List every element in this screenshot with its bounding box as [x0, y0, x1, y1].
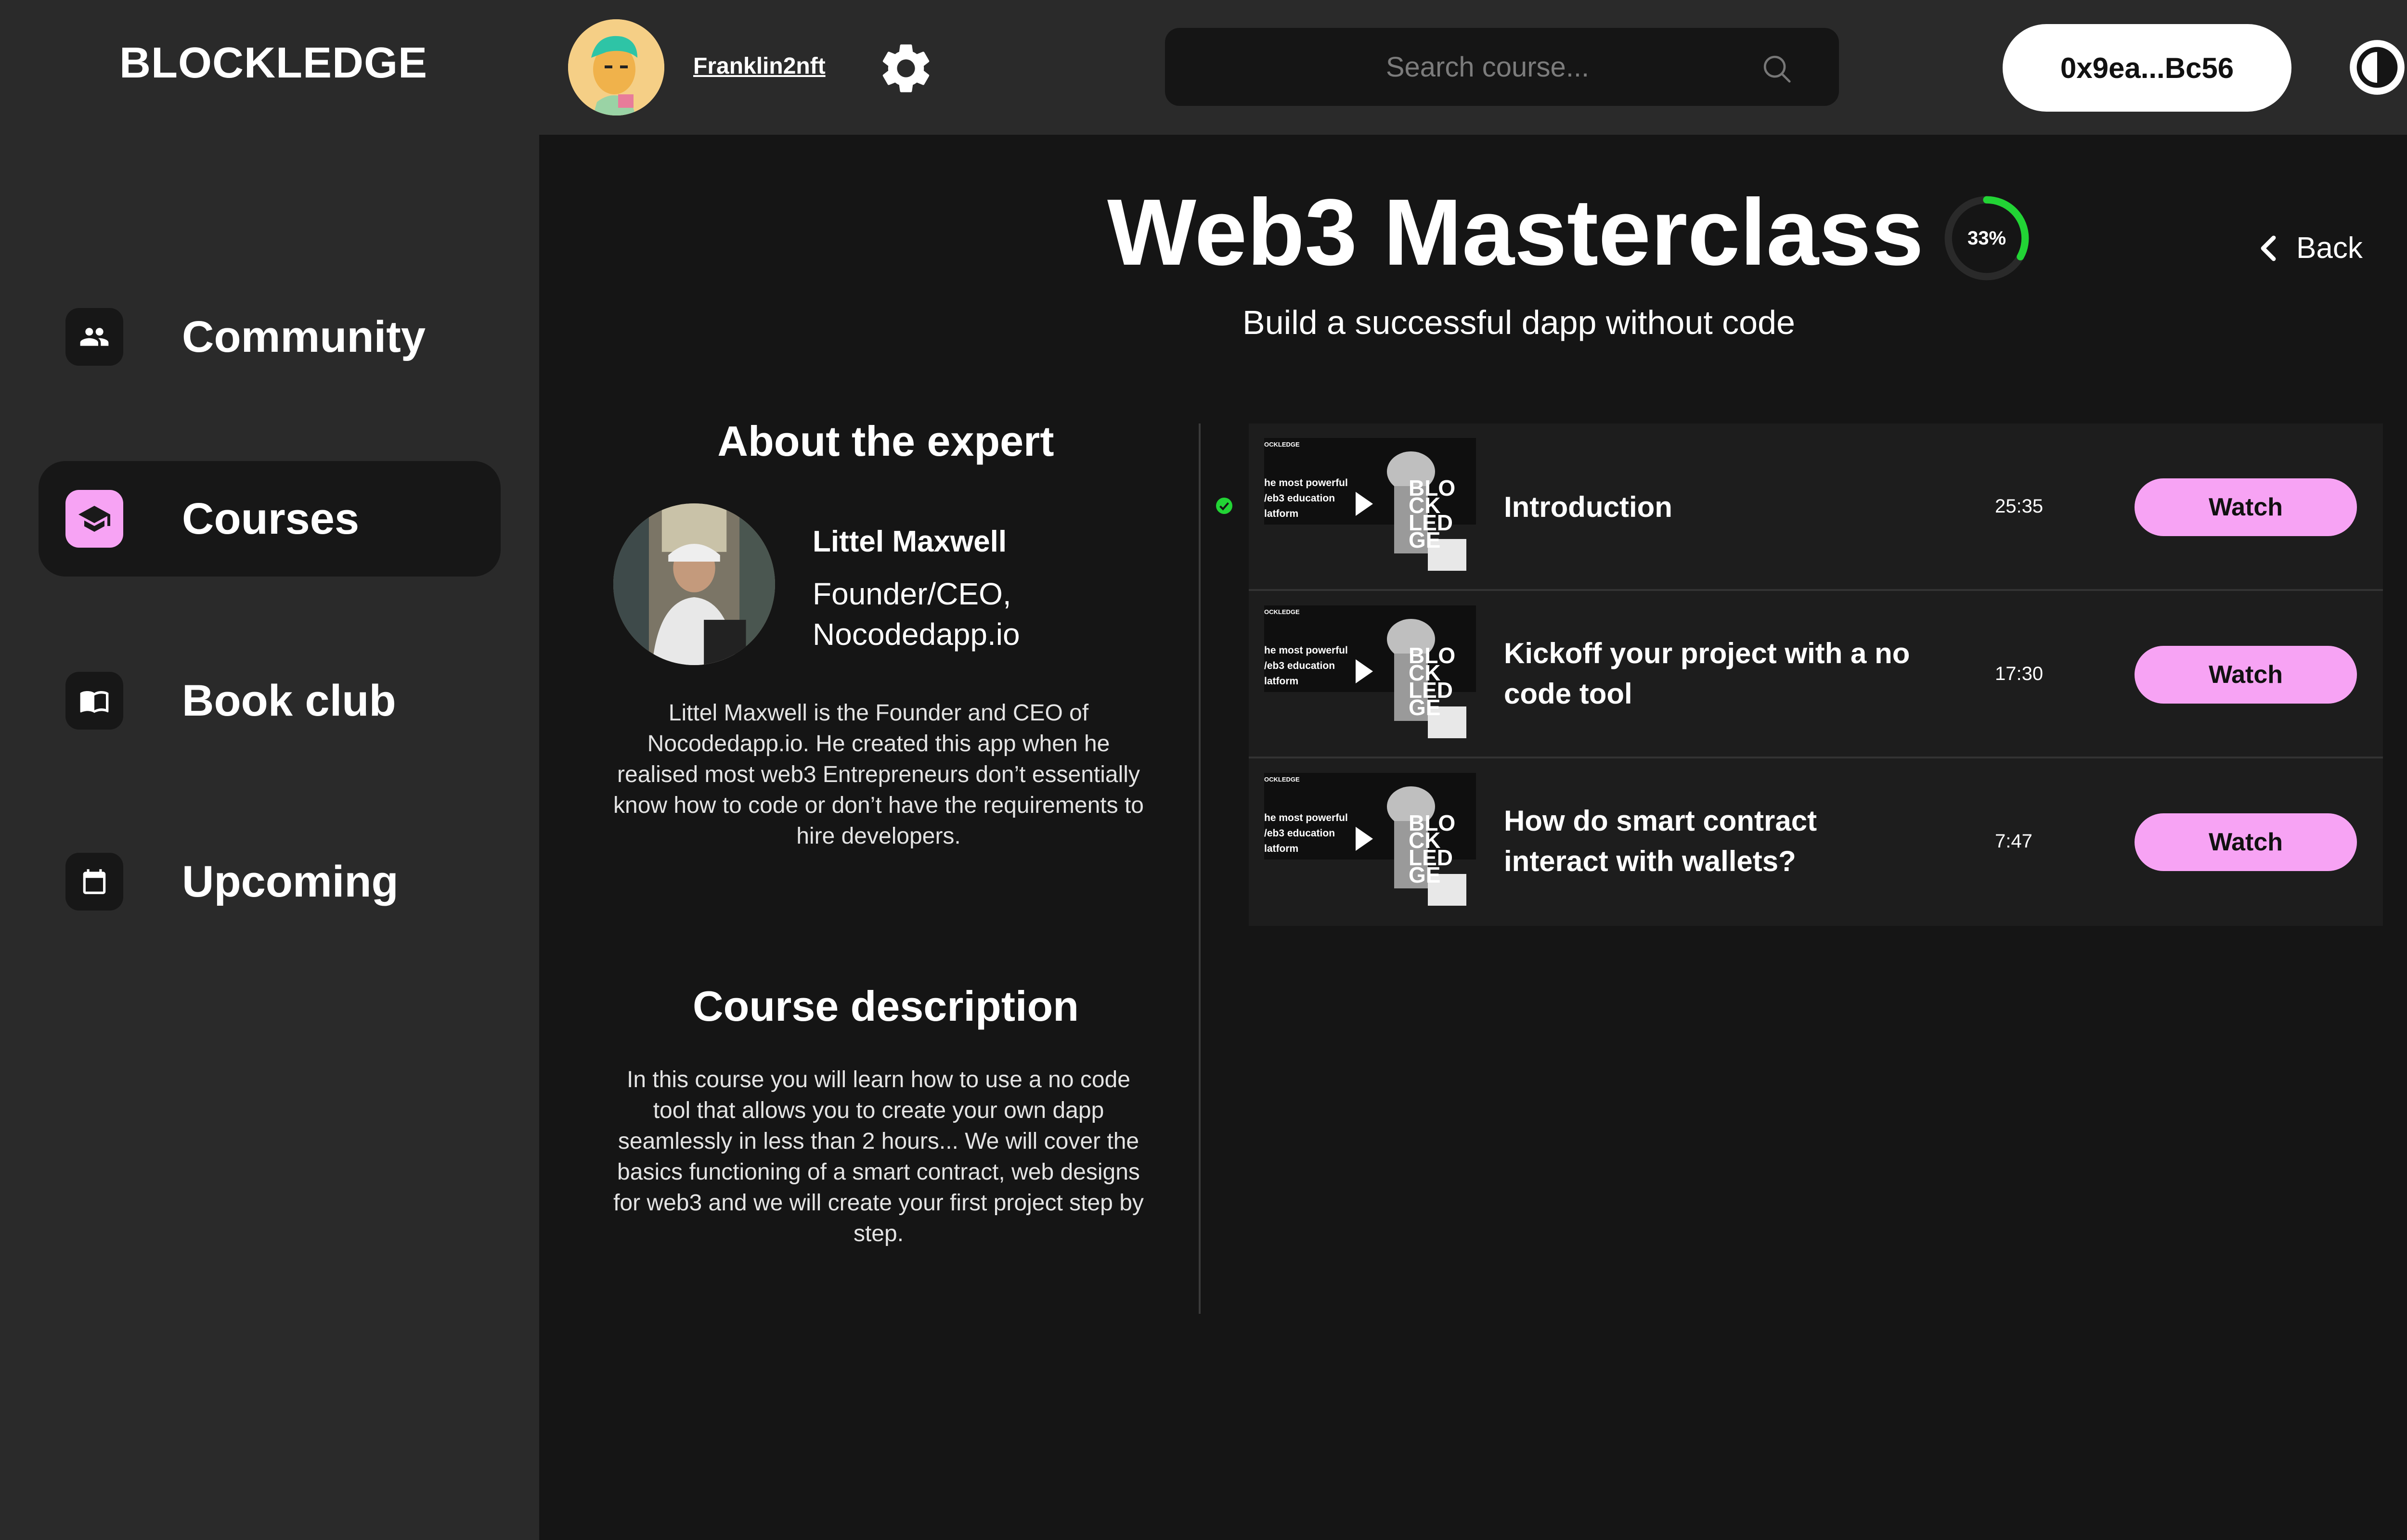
lesson-list: OCKLEDGE he most powerful /eb3 education…	[1216, 424, 2383, 926]
sidebar-item-label: Courses	[182, 494, 360, 543]
course-progress-label: 33%	[1967, 227, 2006, 249]
thumb-tagline-3: latform	[1264, 676, 1299, 687]
lesson-title: Kickoff your project with a no code tool	[1504, 637, 1910, 710]
watch-button[interactable]: Watch	[2135, 478, 2357, 536]
top-header: Franklin2nft 0x9ea...Bc56	[539, 0, 2407, 135]
thumb-tagline: he most powerful /eb3 education latform	[1264, 643, 1348, 689]
wallet-address-button[interactable]: 0x9ea...Bc56	[2003, 24, 2291, 112]
chevron-left-icon	[2261, 235, 2276, 261]
thumb-brand: OCKLEDGE	[1264, 776, 1300, 783]
user-avatar[interactable]	[568, 19, 664, 116]
brand-logo[interactable]: BLOCKLEDGE	[119, 38, 427, 88]
course-title: Web3 Masterclass	[1107, 180, 1924, 285]
sidebar-item-courses[interactable]: Courses	[39, 461, 501, 577]
thumb-logo: BLO CK LED GE	[1409, 812, 1455, 886]
search-icon[interactable]	[1760, 52, 1794, 86]
book-icon	[65, 672, 123, 730]
expert-role-company: Nocodedapp.io	[813, 617, 1020, 652]
sidebar-item-upcoming[interactable]: Upcoming	[39, 824, 501, 939]
sidebar-item-label: Community	[182, 312, 426, 361]
thumb-tagline-3: latform	[1264, 508, 1299, 519]
gear-icon[interactable]	[876, 38, 936, 98]
column-divider	[1199, 424, 1201, 1314]
lesson-duration: 25:35	[1995, 496, 2044, 517]
lesson-row: OCKLEDGE he most powerful /eb3 education…	[1216, 424, 2383, 591]
thumb-tagline-2: /eb3 education	[1264, 828, 1335, 839]
username-link[interactable]: Franklin2nft	[693, 53, 826, 79]
expert-role: Founder/CEO, Nocodedapp.io	[813, 574, 1101, 654]
thumb-logo: BLO CK LED GE	[1409, 644, 1455, 719]
course-description-text: In this course you will learn how to use…	[613, 1067, 1144, 1246]
back-label: Back	[2296, 231, 2363, 265]
course-subtitle: Build a successful dapp without code	[1242, 304, 1795, 341]
people-icon	[65, 308, 123, 366]
thumb-tagline-1: he most powerful	[1264, 477, 1348, 488]
expert-heading: About the expert	[717, 417, 1054, 465]
lesson-thumbnail[interactable]: OCKLEDGE he most powerful /eb3 education…	[1264, 605, 1476, 738]
lesson-duration: 17:30	[1995, 663, 2044, 684]
sidebar: BLOCKLEDGE Community Courses Book club U…	[0, 0, 539, 1540]
graduation-cap-icon	[65, 490, 123, 548]
lesson-thumbnail[interactable]: OCKLEDGE he most powerful /eb3 education…	[1264, 438, 1476, 571]
calendar-icon	[65, 853, 123, 911]
thumb-tagline-1: he most powerful	[1264, 812, 1348, 823]
thumb-logo: BLO CK LED GE	[1409, 477, 1455, 551]
back-button[interactable]: Back	[2258, 231, 2363, 265]
expert-role-title: Founder/CEO,	[813, 577, 1011, 611]
description-heading: Course description	[693, 982, 1079, 1030]
sidebar-item-book-club[interactable]: Book club	[39, 643, 501, 758]
sidebar-item-label: Upcoming	[182, 857, 399, 906]
thumb-tagline-1: he most powerful	[1264, 645, 1348, 656]
search-bar	[1165, 28, 1839, 106]
theme-toggle-icon[interactable]	[2347, 38, 2407, 97]
completed-check-icon	[1216, 498, 1232, 514]
lesson-title: Introduction	[1504, 491, 1672, 523]
lesson-row: OCKLEDGE he most powerful /eb3 education…	[1249, 591, 2383, 758]
expert-bio: Littel Maxwell is the Founder and CEO of…	[613, 700, 1144, 849]
thumb-tagline-2: /eb3 education	[1264, 660, 1335, 671]
search-input[interactable]	[1165, 28, 1839, 106]
thumb-tagline-2: /eb3 education	[1264, 493, 1335, 504]
expert-avatar	[613, 503, 775, 665]
thumb-brand: OCKLEDGE	[1264, 441, 1300, 448]
watch-button[interactable]: Watch	[2135, 646, 2357, 704]
lesson-row: OCKLEDGE he most powerful /eb3 education…	[1249, 758, 2383, 926]
lesson-duration: 7:47	[1995, 831, 2032, 852]
thumb-tagline-3: latform	[1264, 843, 1299, 854]
lesson-thumbnail[interactable]: OCKLEDGE he most powerful /eb3 education…	[1264, 773, 1476, 906]
thumb-brand: OCKLEDGE	[1264, 608, 1300, 616]
sidebar-item-community[interactable]: Community	[39, 279, 501, 395]
lesson-title: How do smart contract interact with wall…	[1504, 805, 1817, 877]
watch-button[interactable]: Watch	[2135, 813, 2357, 871]
expert-name: Littel Maxwell	[813, 525, 1007, 558]
thumb-tagline: he most powerful /eb3 education latform	[1264, 475, 1348, 522]
sidebar-item-label: Book club	[182, 676, 396, 725]
thumb-tagline: he most powerful /eb3 education latform	[1264, 810, 1348, 857]
